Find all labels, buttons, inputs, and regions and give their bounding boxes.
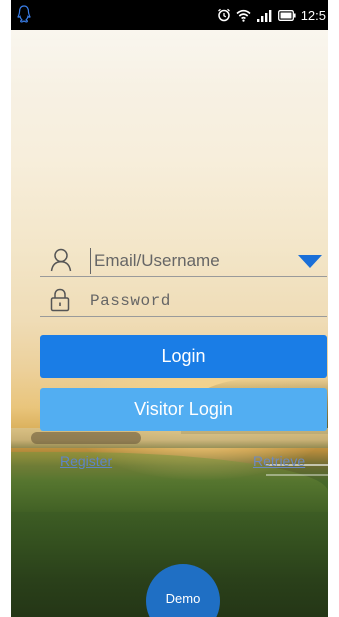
demo-button[interactable]: Demo [146, 564, 220, 617]
retrieve-link[interactable]: Retrieve [253, 453, 305, 469]
register-link[interactable]: Register [60, 453, 112, 469]
alarm-icon [217, 8, 230, 22]
password-row [40, 286, 327, 317]
battery-icon [277, 9, 296, 21]
dropdown-arrow-icon[interactable] [297, 253, 323, 269]
status-icons: 12:5 [217, 0, 326, 30]
qq-icon [17, 5, 31, 23]
user-icon [50, 248, 72, 272]
password-input[interactable] [90, 288, 280, 314]
username-row [40, 246, 327, 277]
signal-icon [256, 9, 272, 22]
status-bar: 12:5 [11, 0, 328, 30]
background-rocks [31, 432, 141, 444]
lock-icon [50, 288, 70, 312]
username-input[interactable] [90, 248, 284, 274]
status-time: 12:5 [300, 7, 326, 23]
demo-label: Demo [165, 591, 201, 606]
visitor-login-button[interactable]: Visitor Login [40, 388, 327, 431]
app-screen: 12:5 Login Visitor Login Register Retrie… [11, 0, 328, 617]
wifi-icon [236, 9, 251, 22]
login-button[interactable]: Login [40, 335, 327, 378]
